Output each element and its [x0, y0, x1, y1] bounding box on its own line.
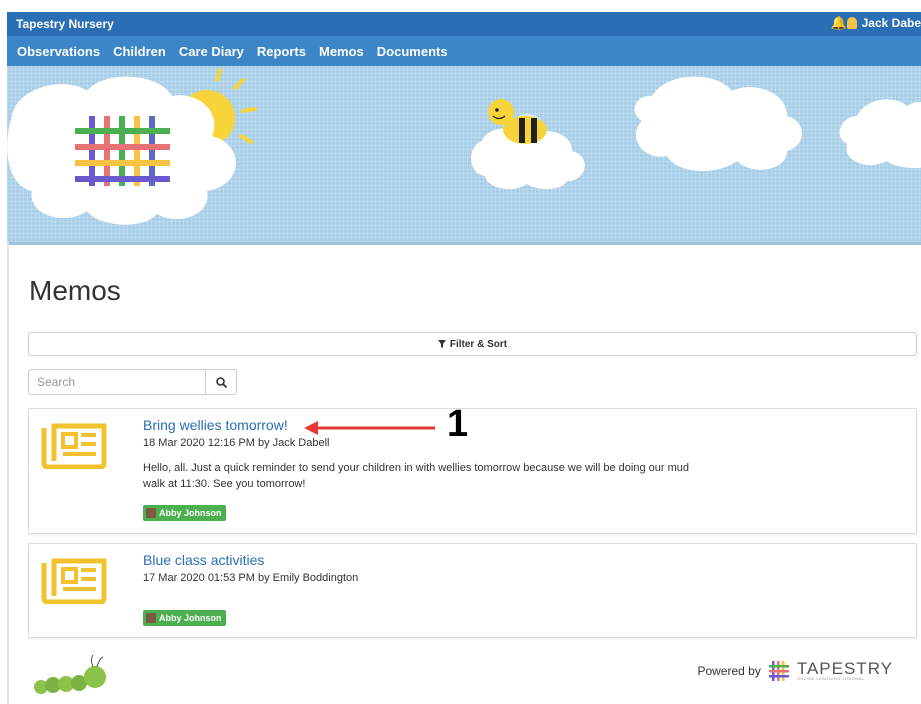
memo-title[interactable]: Blue class activities: [143, 552, 264, 568]
child-tag-label: Abby Johnson: [159, 613, 222, 623]
nav-care-diary[interactable]: Care Diary: [179, 44, 244, 59]
search-button[interactable]: [206, 369, 237, 395]
powered-by-label: Powered by: [697, 663, 761, 678]
main-nav: Observations Children Care Diary Reports…: [7, 36, 921, 66]
nav-reports[interactable]: Reports: [257, 44, 306, 59]
search-icon: [215, 376, 227, 388]
app-name[interactable]: Tapestry Nursery: [16, 17, 114, 31]
user-menu[interactable]: Jack Dabe: [846, 16, 921, 30]
top-bar: Tapestry Nursery 🔔 Jack Dabe: [7, 12, 921, 36]
child-tag[interactable]: Abby Johnson: [143, 610, 226, 626]
annotation-arrow-icon: [304, 421, 435, 435]
search-input[interactable]: [28, 369, 206, 395]
user-name: Jack Dabe: [861, 16, 921, 30]
memo-meta: 18 Mar 2020 12:16 PM by Jack Dabell: [143, 437, 330, 449]
child-tag-label: Abby Johnson: [159, 508, 222, 518]
memo-meta: 17 Mar 2020 01:53 PM by Emily Boddington: [143, 572, 359, 584]
newspaper-icon: [41, 423, 107, 469]
banner-illustration: [7, 68, 921, 225]
powered-by: Powered by TAPESTRY ONLINE LEARNING JOUR…: [697, 660, 893, 681]
caterpillar-icon: [34, 655, 106, 694]
header-banner: [7, 66, 921, 245]
nav-observations[interactable]: Observations: [17, 44, 100, 59]
memo-card: Blue class activities 17 Mar 2020 01:53 …: [28, 543, 917, 638]
nav-memos[interactable]: Memos: [319, 44, 364, 59]
page-title: Memos: [29, 275, 121, 306]
main-content: Memos Filter & Sort Bring wellies tomorr…: [7, 242, 921, 704]
memo-title[interactable]: Bring wellies tomorrow!: [143, 417, 288, 433]
nav-documents[interactable]: Documents: [377, 44, 448, 59]
funnel-icon: [437, 340, 446, 348]
tapestry-footer-logo-icon: [768, 660, 789, 681]
child-tag[interactable]: Abby Johnson: [143, 505, 226, 521]
annotation-number: 1: [447, 403, 469, 445]
bell-icon[interactable]: 🔔: [831, 15, 847, 31]
nav-children[interactable]: Children: [113, 44, 166, 59]
memo-card: Bring wellies tomorrow! 18 Mar 2020 12:1…: [28, 408, 917, 534]
filter-sort-button[interactable]: Filter & Sort: [28, 332, 917, 356]
tapestry-logo-text[interactable]: TAPESTRY: [797, 660, 893, 677]
newspaper-icon: [41, 558, 107, 604]
filter-sort-label: Filter & Sort: [449, 338, 508, 350]
memo-body: Hello, all. Just a quick reminder to sen…: [143, 462, 689, 490]
search-group: [28, 369, 237, 395]
tapestry-logo-subtitle: ONLINE LEARNING JOURNAL: [796, 676, 865, 681]
child-avatar: [146, 508, 156, 518]
user-avatar-icon: [846, 17, 857, 29]
child-avatar: [146, 613, 156, 623]
